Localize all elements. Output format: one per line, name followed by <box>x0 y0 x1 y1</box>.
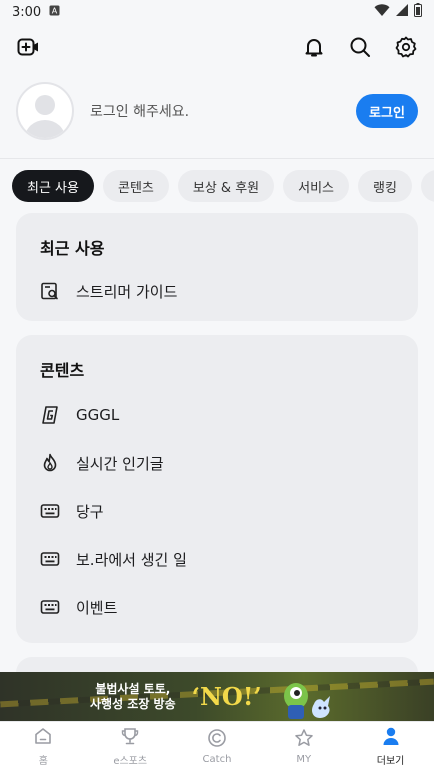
mascot-icon <box>278 674 338 721</box>
nav-more[interactable]: 더보기 <box>347 722 434 771</box>
list-item-label: 스트리머 가이드 <box>76 282 178 301</box>
bell-icon[interactable] <box>302 35 326 59</box>
star-icon <box>294 728 314 751</box>
svg-text:A: A <box>52 6 58 15</box>
bottom-nav: 홈 e스포츠 Catch MY 더보기 <box>0 721 434 771</box>
category-chips: 최근 사용 콘텐츠 보상 & 후원 서비스 랭킹 스 <box>0 159 434 213</box>
list-item[interactable]: 실시간 인기글 <box>40 439 394 487</box>
avatar[interactable] <box>16 82 74 140</box>
search-doc-icon <box>40 281 60 301</box>
nav-my[interactable]: MY <box>260 722 347 771</box>
search-icon[interactable] <box>348 35 372 59</box>
nav-more-label: 더보기 <box>376 756 405 767</box>
ad-banner[interactable]: 불법사설 토토, 사행성 조장 방송 ‘NO!’ <box>0 672 434 721</box>
login-button[interactable]: 로그인 <box>356 94 418 128</box>
wifi-icon <box>374 3 390 21</box>
battery-icon <box>414 3 422 21</box>
list-item[interactable]: 보.라에서 생긴 일 <box>40 535 394 583</box>
top-bar <box>0 24 434 70</box>
banner-slogan: ‘NO!’ <box>191 682 262 711</box>
trophy-icon <box>120 726 140 749</box>
chip-recent[interactable]: 최근 사용 <box>12 170 94 202</box>
contents-card: 콘텐츠 GGGL 실시간 인기글 당구 보.라에서 생긴 일 이벤트 <box>16 335 418 643</box>
chip-ranking[interactable]: 랭킹 <box>358 170 412 202</box>
list-item-label: 보.라에서 생긴 일 <box>76 550 187 569</box>
nav-my-label: MY <box>296 754 312 765</box>
profile-section: 로그인 해주세요. 로그인 <box>0 70 434 152</box>
nav-home-label: 홈 <box>38 756 48 767</box>
list-item-label: 실시간 인기글 <box>76 454 164 473</box>
nav-esports-label: e스포츠 <box>113 756 148 767</box>
keyboard-icon <box>40 597 60 617</box>
login-prompt: 로그인 해주세요. <box>90 104 190 120</box>
signal-icon <box>396 3 408 21</box>
list-item-label: 이벤트 <box>76 598 118 617</box>
recent-card: 최근 사용 스트리머 가이드 <box>16 213 418 321</box>
nav-catch[interactable]: Catch <box>174 722 261 771</box>
contents-title: 콘텐츠 <box>40 361 85 380</box>
status-bar: 3:00 A <box>0 0 434 24</box>
home-icon <box>33 726 53 749</box>
list-item[interactable]: 당구 <box>40 487 394 535</box>
banner-line-2: 사행성 조장 방송 <box>90 696 176 711</box>
keyboard-icon <box>40 501 60 521</box>
gear-icon[interactable] <box>394 35 418 59</box>
recent-title: 최근 사용 <box>40 239 105 258</box>
chip-services[interactable]: 서비스 <box>283 170 350 202</box>
status-time: 3:00 <box>12 4 42 20</box>
chip-more[interactable]: 스 <box>420 170 434 202</box>
catch-icon <box>207 728 227 751</box>
list-item-label: GGGL <box>76 406 120 424</box>
chip-contents[interactable]: 콘텐츠 <box>102 170 169 202</box>
fire-icon <box>40 453 60 473</box>
banner-text: 불법사설 토토, 사행성 조장 방송 <box>90 682 176 712</box>
gggl-icon <box>40 405 60 425</box>
notification-a-icon: A <box>49 5 60 20</box>
list-item-label: 당구 <box>76 502 104 521</box>
list-item[interactable]: 이벤트 <box>40 583 394 631</box>
nav-esports[interactable]: e스포츠 <box>87 722 174 771</box>
person-icon <box>381 726 401 749</box>
nav-home[interactable]: 홈 <box>0 722 87 771</box>
banner-line-1: 불법사설 토토, <box>95 681 171 696</box>
nav-catch-label: Catch <box>202 754 232 765</box>
list-item[interactable]: 스트리머 가이드 <box>40 269 394 313</box>
chip-rewards[interactable]: 보상 & 후원 <box>177 170 275 202</box>
list-item[interactable]: GGGL <box>40 391 394 439</box>
add-broadcast-icon[interactable] <box>16 35 40 59</box>
keyboard-icon <box>40 549 60 569</box>
